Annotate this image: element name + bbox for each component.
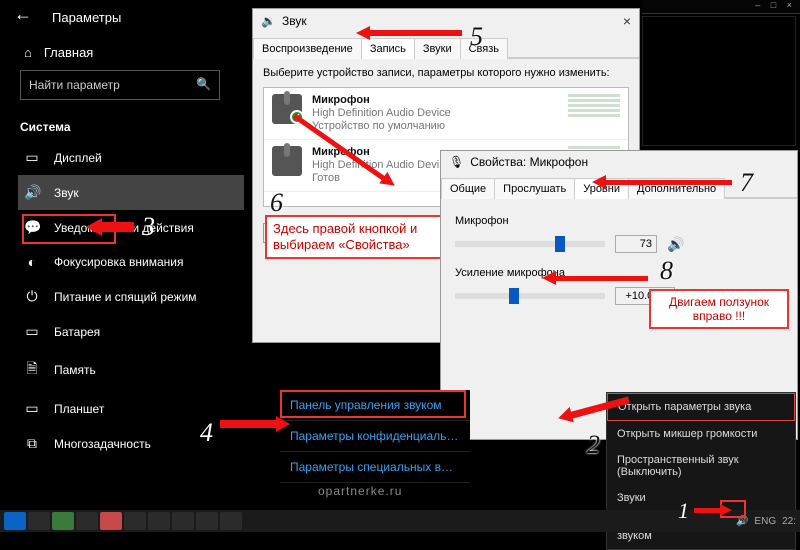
start-button[interactable] [4, 512, 26, 530]
sidebar-item-8[interactable]: ⧉ Многозадачность [18, 426, 244, 461]
sidebar-item-3[interactable]: ◐ Фокусировка внимания [18, 245, 244, 279]
nav-icon: 🗎 [24, 358, 40, 382]
sidebar-item-4[interactable]: ⏻ Питание и спящий режим [18, 279, 244, 314]
taskbar-app[interactable] [28, 512, 50, 530]
nav-icon: ▭ [24, 323, 40, 340]
nav-icon: ◐ [24, 254, 40, 270]
search-input[interactable]: Найти параметр 🔍 [20, 70, 220, 100]
mic-level-slider[interactable] [455, 241, 605, 247]
tutor-right-click: Здесь правой кнопкой и выбираем «Свойств… [265, 215, 465, 259]
related-settings-links: Панель управления звукомПараметры конфид… [280, 390, 470, 483]
sound-tab-0[interactable]: Воспроизведение [253, 38, 362, 59]
home-label: Главная [44, 45, 93, 60]
mic-tab-3[interactable]: Дополнительно [628, 178, 725, 199]
recording-device[interactable]: ✓МикрофонHigh Definition Audio DeviceУст… [264, 88, 628, 140]
window-chrome [642, 0, 800, 14]
nav-icon: ▭ [24, 149, 40, 166]
nav-label: Батарея [54, 325, 100, 339]
home-icon: ⌂ [24, 45, 32, 60]
close-icon[interactable]: × [623, 13, 631, 29]
sidebar-item-7[interactable]: ▭ Планшет [18, 391, 244, 426]
taskbar-app[interactable] [172, 512, 194, 530]
nav-icon: ⏻ [24, 288, 40, 305]
nav-icon: ⧉ [24, 435, 40, 452]
taskbar-app[interactable] [220, 512, 242, 530]
tray-lang[interactable]: ENG [754, 516, 776, 527]
sound-tab-1[interactable]: Запись [361, 38, 415, 59]
mic-device-icon [272, 146, 302, 176]
mic-icon: 🎙 [449, 155, 464, 169]
mic-tabs: ОбщиеПрослушатьУровниДополнительно [441, 177, 797, 199]
sound-menu-item-3[interactable]: Звуки [607, 485, 795, 511]
sound-menu-item-1[interactable]: Открыть микшер громкости [607, 421, 795, 447]
black-window [642, 16, 796, 146]
sound-instruction: Выберите устройство записи, параметры ко… [253, 59, 639, 81]
taskbar-app[interactable] [52, 512, 74, 530]
nav-label: Уведомления и действия [54, 221, 194, 235]
watermark: opartnerke.ru [318, 484, 402, 498]
taskbar-app[interactable] [100, 512, 122, 530]
taskbar-app[interactable] [148, 512, 170, 530]
sound-tab-2[interactable]: Звуки [414, 38, 461, 59]
mic-level-label: Микрофон [455, 215, 783, 227]
mic-gain-label: Усиление микрофона [455, 267, 783, 279]
tray-time: 22: [782, 516, 796, 527]
nav-icon: ▭ [24, 400, 40, 417]
sidebar-item-1[interactable]: 🔊 Звук [18, 175, 244, 210]
mic-dialog-title: Свойства: Микрофон [470, 155, 588, 169]
volume-icon[interactable]: 🔊 [667, 236, 684, 253]
search-placeholder: Найти параметр [29, 78, 120, 92]
home-link[interactable]: ⌂ Главная [24, 45, 246, 60]
mic-level-value: 73 [615, 235, 657, 253]
taskbar-app[interactable] [124, 512, 146, 530]
sidebar-item-0[interactable]: ▭ Дисплей [18, 140, 244, 175]
app-title: Параметры [52, 10, 246, 25]
search-icon: 🔍 [196, 77, 211, 91]
mic-tab-0[interactable]: Общие [441, 178, 495, 199]
taskbar-app[interactable] [76, 512, 98, 530]
nav-label: Планшет [54, 402, 104, 416]
default-check-icon: ✓ [290, 110, 304, 124]
sidebar-item-2[interactable]: 💬 Уведомления и действия [18, 210, 244, 245]
nav-label: Питание и спящий режим [54, 290, 197, 304]
system-tray[interactable]: 🔊 ENG 22: [736, 516, 796, 527]
mic-tab-1[interactable]: Прослушать [494, 178, 575, 199]
sidebar-item-6[interactable]: 🗎 Память [18, 349, 244, 391]
nav-label: Дисплей [54, 151, 102, 165]
taskbar-app[interactable] [196, 512, 218, 530]
back-icon[interactable]: ← [14, 4, 32, 25]
sound-menu-item-0[interactable]: Открыть параметры звука [607, 393, 795, 421]
related-link-0[interactable]: Панель управления звуком [280, 390, 470, 421]
sound-tabs: ВоспроизведениеЗаписьЗвукиСвязь [253, 37, 639, 59]
sound-dialog-title: Звук [282, 14, 307, 28]
nav-icon: 💬 [24, 219, 40, 236]
related-link-1[interactable]: Параметры конфиденциаль… [280, 421, 470, 452]
sidebar-item-5[interactable]: ▭ Батарея [18, 314, 244, 349]
sound-dialog-titlebar: 🔉 Звук × [253, 9, 639, 33]
related-link-2[interactable]: Параметры специальных в… [280, 452, 470, 483]
speaker-icon: 🔉 [261, 14, 276, 28]
settings-panel: ← Параметры ⌂ Главная Найти параметр 🔍 С… [0, 0, 246, 510]
nav-label: Память [54, 363, 96, 377]
tray-volume-icon[interactable]: 🔊 [736, 516, 748, 527]
mic-tab-2[interactable]: Уровни [574, 178, 629, 199]
nav-list: ▭ Дисплей 🔊 Звук 💬 Уведомления и действия ◐ Фок… [18, 140, 246, 461]
taskbar: 🔊 ENG 22: [0, 510, 800, 532]
nav-label: Звук [54, 186, 79, 200]
nav-label: Фокусировка внимания [54, 255, 183, 269]
category-header: Система [20, 120, 246, 134]
tutor-slider-right: Двигаем ползунок вправо !!! [649, 289, 789, 329]
sound-tab-3[interactable]: Связь [460, 38, 508, 59]
mic-gain-slider[interactable] [455, 293, 605, 299]
nav-icon: 🔊 [24, 184, 40, 201]
nav-label: Многозадачность [54, 437, 151, 451]
mic-dialog-titlebar: 🎙 Свойства: Микрофон [441, 151, 797, 173]
sound-menu-item-2[interactable]: Пространственный звук (Выключить) [607, 447, 795, 485]
